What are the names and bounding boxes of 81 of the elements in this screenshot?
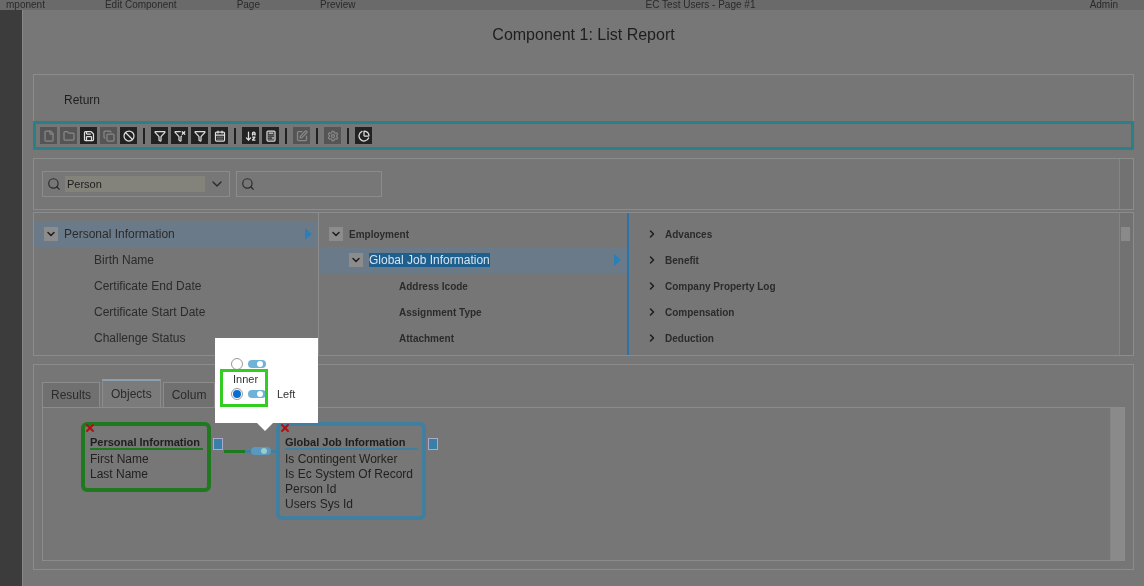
calendar-button[interactable]	[211, 127, 228, 144]
filter-button[interactable]	[191, 127, 208, 144]
tree-label: Benefit	[665, 254, 699, 266]
delete-icon[interactable]	[279, 422, 291, 434]
tree-row[interactable]: Benefit	[629, 247, 1132, 273]
object-dropdown[interactable]: Person	[42, 171, 230, 197]
tab[interactable]: Colum	[162, 382, 216, 407]
tree-row[interactable]: Certificate End Date	[34, 273, 318, 299]
header-item[interactable]: EC Test Users - Page #1	[645, 0, 756, 10]
tree-label: Advances	[665, 228, 713, 240]
option-label: Inner	[233, 373, 259, 385]
tree-row[interactable]: Advances	[629, 221, 1132, 247]
focus-outline	[220, 369, 268, 407]
entity-node[interactable]: Personal Information First Name Last Name	[81, 422, 211, 492]
node-field: Person Id	[285, 482, 418, 497]
join-toggle-icon[interactable]	[250, 446, 272, 456]
header-item[interactable]: Edit Component	[104, 0, 177, 10]
tree-row[interactable]: Employment	[319, 221, 627, 247]
tree-label: Birth Name	[94, 253, 155, 267]
tree-label: Assignment Type	[399, 306, 482, 318]
tree-label: Attachment	[399, 332, 454, 344]
tree-label: Personal Information	[64, 227, 175, 241]
toggle-icon	[247, 389, 267, 399]
tree-label: Company Property Log	[665, 280, 776, 292]
caret-icon[interactable]	[349, 253, 363, 267]
search-icon	[47, 177, 61, 191]
calculator-button[interactable]	[262, 127, 279, 144]
toggle-icon	[247, 359, 267, 369]
option-label: Left	[277, 388, 296, 400]
chart-button[interactable]	[355, 127, 372, 144]
search-field[interactable]	[236, 171, 382, 197]
tree-row[interactable]: Deduction	[629, 325, 1132, 351]
dialog-title: Component 1: List Report	[491, 25, 676, 45]
tab[interactable]: Objects	[102, 379, 161, 407]
node-title: Global Job Information	[285, 436, 418, 450]
header-item[interactable]: Admin	[1089, 0, 1118, 10]
tree-label: Certificate End Date	[94, 279, 202, 293]
return-link[interactable]: Return	[64, 93, 101, 107]
tree-label: Employment	[349, 228, 409, 240]
entity-node[interactable]: Global Job Information Is Contingent Worker Is Ec System Of Record Person Id Users Sys Id	[276, 422, 426, 520]
filter-button[interactable]	[171, 127, 188, 144]
node-field: First Name	[90, 452, 203, 467]
node-field: Is Ec System Of Record	[285, 467, 418, 482]
save-button[interactable]	[80, 127, 97, 144]
tab[interactable]: Results	[42, 382, 100, 407]
node-field: Users Sys Id	[285, 497, 418, 512]
arrow-icon	[614, 254, 621, 266]
tree-row[interactable]: Attachment	[319, 325, 627, 351]
tree-label: Compensation	[665, 306, 735, 318]
header-item[interactable]: Page	[236, 0, 260, 10]
radio-button[interactable]	[231, 358, 243, 370]
tree-label: Global Job Information	[369, 253, 490, 267]
tree-row[interactable]: Assignment Type	[319, 299, 627, 325]
node-field: Last Name	[90, 467, 203, 482]
tree-row[interactable]: Company Property Log	[629, 273, 1132, 299]
scrollbar[interactable]	[1119, 159, 1133, 209]
arrow-icon	[305, 228, 312, 240]
tree-row[interactable]: Address Icode	[319, 273, 627, 299]
tree-row[interactable]: Personal Information	[34, 221, 318, 247]
node-title: Personal Information	[90, 436, 203, 450]
caret-icon[interactable]	[329, 227, 343, 241]
node-field: Is Contingent Worker	[285, 452, 418, 467]
tree-label: Address Icode	[399, 280, 468, 292]
header-item[interactable]: mponent	[6, 0, 45, 10]
sort-button[interactable]	[242, 127, 259, 144]
port-icon[interactable]	[428, 438, 438, 450]
filter-button[interactable]	[151, 127, 168, 144]
tree-row[interactable]: Birth Name	[34, 247, 318, 273]
port-icon[interactable]	[213, 438, 223, 450]
caret-icon[interactable]	[44, 227, 58, 241]
scrollbar[interactable]	[1119, 213, 1133, 355]
radio-button[interactable]	[231, 388, 243, 400]
search-icon	[241, 177, 255, 191]
tree-row[interactable]: Global Job Information	[319, 247, 627, 273]
tree-row[interactable]: Certificate Start Date	[34, 299, 318, 325]
tree-label: Certificate Start Date	[94, 305, 206, 319]
tree-label: Challenge Status	[94, 331, 186, 345]
tree-label: Deduction	[665, 332, 714, 344]
header-item[interactable]: Preview	[320, 0, 356, 10]
tree-row[interactable]: Compensation	[629, 299, 1132, 325]
ban-button[interactable]	[120, 127, 137, 144]
